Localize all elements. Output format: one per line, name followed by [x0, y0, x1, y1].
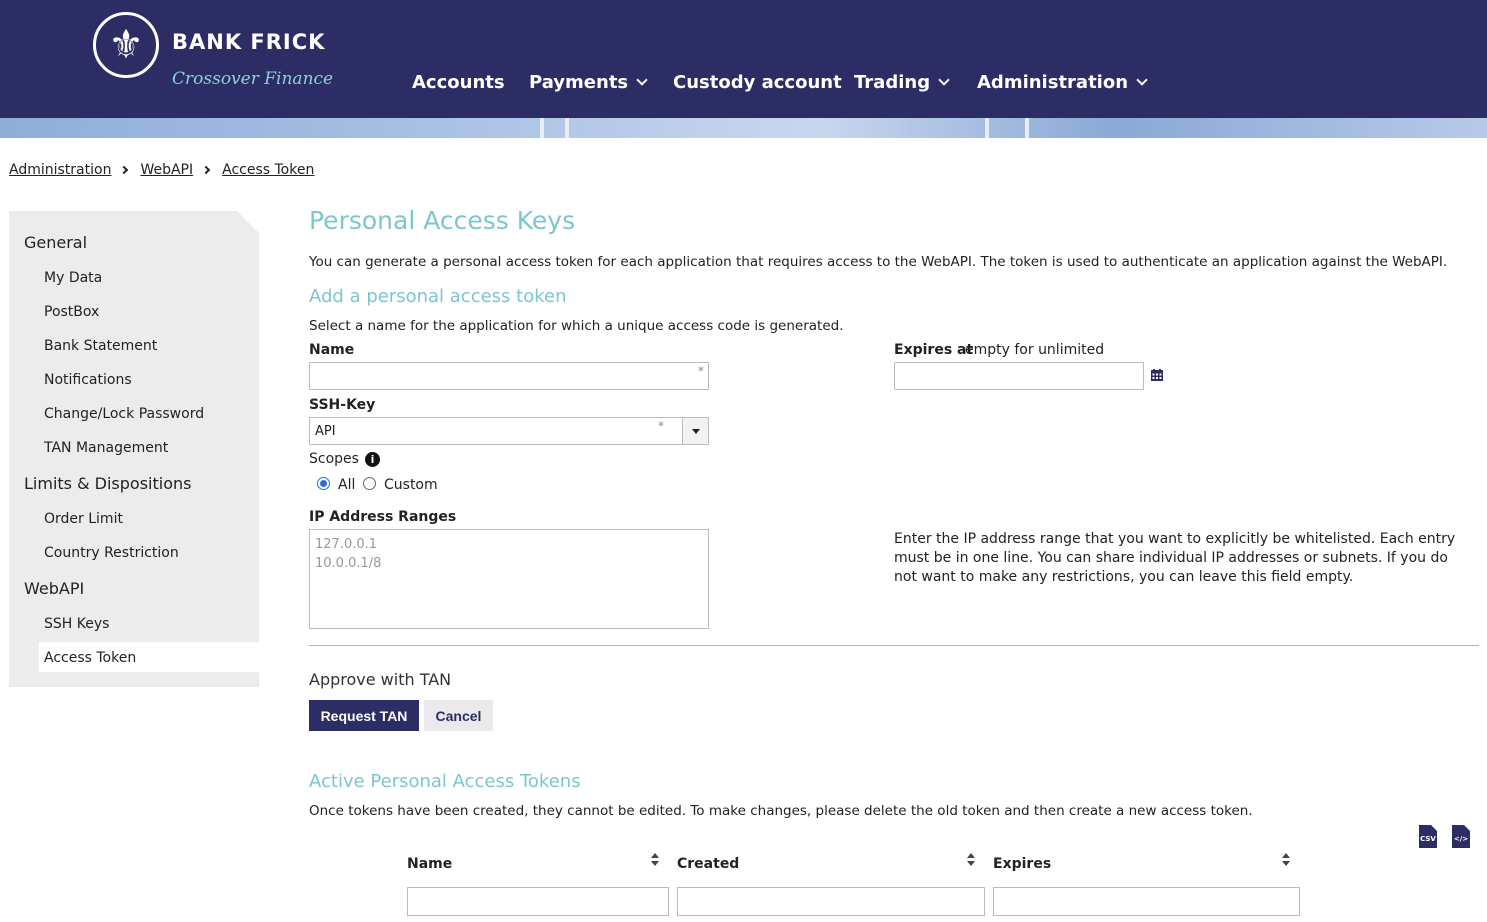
filter-created-input[interactable]: [677, 887, 985, 916]
breadcrumb-webapi[interactable]: WebAPI: [140, 162, 193, 178]
fleur-de-lis-logo-icon[interactable]: ⚜: [93, 12, 159, 78]
xml-export-icon[interactable]: </>: [1452, 825, 1470, 848]
calendar-icon[interactable]: [1151, 369, 1163, 381]
chevron-down-icon: [938, 74, 950, 86]
sidebar-item-tan-management[interactable]: TAN Management: [44, 440, 168, 456]
chevron-down-icon: [1136, 74, 1148, 86]
chevron-right-icon: [120, 165, 129, 175]
chevron-down-icon: [636, 74, 648, 86]
request-tan-button[interactable]: Request TAN: [309, 700, 419, 731]
scope-custom-radio[interactable]: [363, 477, 376, 490]
sort-icon[interactable]: [1282, 853, 1290, 867]
sidebar-item-my-data[interactable]: My Data: [44, 270, 102, 286]
sort-icon[interactable]: [651, 853, 659, 867]
expires-date-input[interactable]: [894, 362, 1144, 390]
nav-trading-label: Trading: [854, 72, 931, 93]
ip-placeholder-line: 10.0.0.1/8: [315, 556, 382, 571]
column-header-name[interactable]: Name: [407, 856, 452, 872]
required-marker: *: [658, 419, 664, 433]
brand-name[interactable]: BANK FRICK: [172, 30, 325, 54]
breadcrumb-administration[interactable]: Administration: [9, 162, 111, 178]
column-header-expires[interactable]: Expires: [993, 856, 1051, 872]
ip-placeholder-line: 127.0.0.1: [315, 537, 378, 552]
nav-custody-label: Custody account: [673, 72, 842, 93]
nav-administration[interactable]: Administration: [977, 72, 1148, 93]
page-intro: You can generate a personal access token…: [309, 254, 1448, 270]
active-tokens-description: Once tokens have been created, they cann…: [309, 803, 1253, 819]
sidebar-item-change-password[interactable]: Change/Lock Password: [44, 406, 204, 422]
sidebar-item-country-restriction[interactable]: Country Restriction: [44, 545, 179, 561]
sidebar-item-notifications[interactable]: Notifications: [44, 372, 132, 388]
expires-hint: empty for unlimited: [965, 342, 1105, 358]
banner-flagpole: [1025, 118, 1029, 138]
ssh-key-selected-value: API: [315, 424, 336, 439]
dropdown-arrow-icon[interactable]: [682, 418, 708, 444]
banner-flagpole: [565, 118, 569, 138]
sidebar-group-general[interactable]: General: [24, 233, 87, 252]
nav-accounts-label: Accounts: [412, 72, 505, 93]
sidebar-group-webapi[interactable]: WebAPI: [24, 579, 84, 598]
name-label: Name: [309, 342, 355, 358]
header-banner-image: [0, 118, 1487, 138]
breadcrumb: Administration WebAPI Access Token: [9, 162, 314, 178]
info-icon[interactable]: i: [365, 452, 380, 467]
approve-with-tan-heading: Approve with TAN: [309, 670, 452, 689]
csv-export-icon[interactable]: CSV: [1419, 825, 1437, 848]
nav-payments[interactable]: Payments: [529, 72, 648, 93]
filter-expires-input[interactable]: [993, 887, 1300, 916]
sidebar-item-bank-statement[interactable]: Bank Statement: [44, 338, 157, 354]
add-token-title: Add a personal access token: [309, 286, 567, 307]
page-title: Personal Access Keys: [309, 206, 576, 235]
ip-ranges-textarea[interactable]: 127.0.0.1 10.0.0.1/8: [309, 529, 709, 629]
brand-tagline: Crossover Finance: [172, 69, 334, 89]
ip-ranges-help: Enter the IP address range that you want…: [894, 531, 1456, 585]
scope-all-label[interactable]: All: [338, 477, 355, 493]
banner-flagpole: [985, 118, 989, 138]
sidebar: General My Data PostBox Bank Statement N…: [9, 211, 259, 687]
sort-icon[interactable]: [967, 853, 975, 867]
scopes-label: Scopes: [309, 451, 359, 467]
chevron-right-icon: [201, 165, 211, 175]
sidebar-item-postbox[interactable]: PostBox: [44, 304, 99, 320]
banner-flagpole: [540, 118, 544, 138]
add-token-description: Select a name for the application for wh…: [309, 318, 844, 334]
sidebar-group-limits[interactable]: Limits & Dispositions: [24, 474, 191, 493]
scope-all-radio[interactable]: [317, 477, 330, 490]
nav-trading[interactable]: Trading: [854, 72, 950, 93]
ip-ranges-label: IP Address Ranges: [309, 509, 457, 525]
active-tokens-title: Active Personal Access Tokens: [309, 771, 581, 792]
name-input[interactable]: *: [309, 362, 709, 390]
column-header-created[interactable]: Created: [677, 856, 739, 872]
sidebar-item-order-limit[interactable]: Order Limit: [44, 511, 123, 527]
ssh-key-label: SSH-Key: [309, 397, 376, 413]
nav-payments-label: Payments: [529, 72, 629, 93]
scope-custom-label[interactable]: Custom: [384, 477, 438, 493]
cancel-button[interactable]: Cancel: [424, 700, 493, 731]
filter-name-input[interactable]: [407, 887, 669, 916]
sidebar-item-ssh-keys[interactable]: SSH Keys: [44, 616, 109, 632]
expires-label: Expires at: [894, 342, 974, 358]
ssh-key-select[interactable]: API *: [309, 417, 709, 445]
nav-accounts[interactable]: Accounts: [412, 72, 505, 93]
sidebar-item-access-token[interactable]: Access Token: [44, 650, 136, 666]
required-marker: *: [698, 364, 704, 378]
section-divider: [309, 645, 1479, 646]
nav-custody-account[interactable]: Custody account: [673, 72, 842, 93]
top-header: ⚜ BANK FRICK Crossover Finance Accounts …: [0, 0, 1487, 118]
nav-administration-label: Administration: [977, 72, 1129, 93]
breadcrumb-access-token[interactable]: Access Token: [222, 162, 314, 178]
